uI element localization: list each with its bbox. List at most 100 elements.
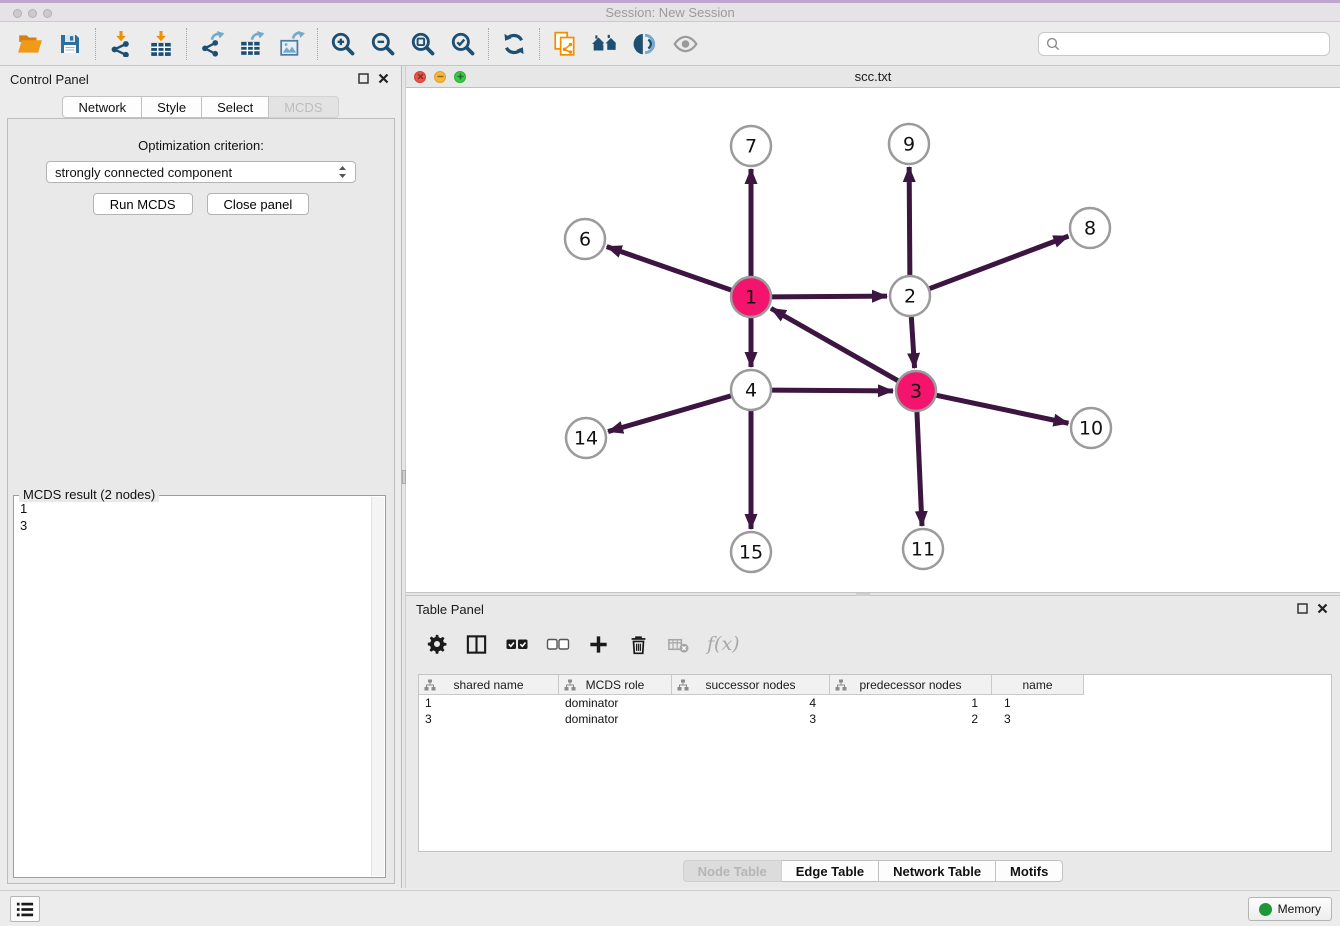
- unselect-all-columns-button[interactable]: [546, 632, 570, 656]
- cell-shared-name[interactable]: 1: [419, 695, 559, 711]
- result-scrollbar[interactable]: [371, 497, 384, 876]
- column-header-successor-nodes[interactable]: successor nodes: [672, 675, 830, 695]
- import-network-button[interactable]: [101, 25, 141, 63]
- delete-table-button-disabled: [667, 633, 690, 656]
- graph-node-10[interactable]: 10: [1071, 408, 1111, 448]
- optimization-criterion-dropdown[interactable]: strongly connected component: [46, 161, 356, 183]
- column-header-predecessor-nodes[interactable]: predecessor nodes: [830, 675, 992, 695]
- ndex-save-button[interactable]: [625, 25, 665, 63]
- graph-node-4[interactable]: 4: [731, 370, 771, 410]
- network-canvas[interactable]: 7 9 6 8 1 2 4 3 14 10 15 11: [406, 88, 1340, 592]
- network-minimize-button[interactable]: [434, 71, 446, 83]
- cell-name[interactable]: 3: [992, 711, 1084, 727]
- import-table-button[interactable]: [141, 25, 181, 63]
- column-header-shared-name[interactable]: shared name: [419, 675, 559, 695]
- cell-mcds-role[interactable]: dominator: [559, 695, 672, 711]
- window-title: Session: New Session: [0, 5, 1340, 20]
- network-maximize-button[interactable]: [454, 71, 466, 83]
- select-all-columns-button[interactable]: [505, 632, 529, 656]
- graph-edge-2-9[interactable]: [909, 167, 910, 275]
- zoom-selected-button[interactable]: [443, 25, 483, 63]
- export-table-button[interactable]: [232, 25, 272, 63]
- graph-node-9[interactable]: 9: [889, 124, 929, 164]
- tab-mcds[interactable]: MCDS: [269, 96, 338, 118]
- graph-node-6[interactable]: 6: [565, 219, 605, 259]
- graph-edge-3-11[interactable]: [917, 412, 922, 526]
- graph-node-3[interactable]: 3: [896, 371, 936, 411]
- graph-edge-2-8[interactable]: [930, 236, 1069, 288]
- zoom-fit-button[interactable]: [403, 25, 443, 63]
- column-header-mcds-role[interactable]: MCDS role: [559, 675, 672, 695]
- toggle-view-button[interactable]: [665, 25, 705, 63]
- search-input[interactable]: [1065, 37, 1322, 52]
- cell-shared-name[interactable]: 3: [419, 711, 559, 727]
- zoom-in-button[interactable]: [323, 25, 363, 63]
- toggle-panes-button[interactable]: [465, 633, 488, 656]
- graph-edge-2-3[interactable]: [911, 317, 914, 368]
- table-settings-button[interactable]: [426, 633, 448, 655]
- save-session-button[interactable]: [50, 25, 90, 63]
- tab-node-table[interactable]: Node Table: [683, 860, 782, 882]
- graph-edge-3-10[interactable]: [937, 395, 1069, 423]
- cell-name[interactable]: 1: [992, 695, 1084, 711]
- apply-layout-button[interactable]: [494, 25, 534, 63]
- table-row[interactable]: 1 dominator 4 1 1: [419, 695, 1331, 711]
- network-graph[interactable]: 7 9 6 8 1 2 4 3 14 10 15 11: [406, 88, 1340, 592]
- table-row[interactable]: 3 dominator 3 2 3: [419, 711, 1331, 727]
- graph-node-label: 8: [1084, 218, 1096, 240]
- tab-select[interactable]: Select: [202, 96, 269, 118]
- cell-mcds-role[interactable]: dominator: [559, 711, 672, 727]
- cell-predecessor-nodes[interactable]: 1: [830, 695, 992, 711]
- graph-node-2[interactable]: 2: [890, 276, 930, 316]
- graph-edge-4-3[interactable]: [772, 390, 893, 391]
- clone-network-button[interactable]: [545, 25, 585, 63]
- cell-successor-nodes[interactable]: 4: [672, 695, 830, 711]
- open-session-button[interactable]: [10, 25, 50, 63]
- graph-node-1[interactable]: 1: [731, 277, 771, 317]
- tab-edge-table[interactable]: Edge Table: [782, 860, 879, 882]
- graph-node-label: 4: [745, 380, 757, 402]
- cell-successor-nodes[interactable]: 3: [672, 711, 830, 727]
- tab-network[interactable]: Network: [62, 96, 142, 118]
- result-line: 3: [20, 518, 27, 533]
- delete-rows-button[interactable]: [627, 633, 650, 656]
- close-panel-button[interactable]: Close panel: [207, 193, 310, 215]
- graph-node-7[interactable]: 7: [731, 126, 771, 166]
- zoom-in-icon: [330, 31, 356, 57]
- global-search-box[interactable]: [1038, 32, 1330, 56]
- toolbar-separator: [95, 28, 96, 60]
- graph-edge-3-1[interactable]: [771, 308, 898, 380]
- zoom-out-button[interactable]: [363, 25, 403, 63]
- table-tabs: Node Table Edge Table Network Table Moti…: [406, 860, 1340, 882]
- cell-predecessor-nodes[interactable]: 2: [830, 711, 992, 727]
- add-row-button[interactable]: [587, 633, 610, 656]
- main-toolbar: [0, 23, 1340, 66]
- node-table[interactable]: shared name MCDS role successor nodes pr…: [418, 674, 1332, 852]
- toolbar-separator: [317, 28, 318, 60]
- graph-node-11[interactable]: 11: [903, 529, 943, 569]
- graph-node-8[interactable]: 8: [1070, 208, 1110, 248]
- tab-style[interactable]: Style: [142, 96, 202, 118]
- export-image-button[interactable]: [272, 25, 312, 63]
- tab-motifs[interactable]: Motifs: [996, 860, 1063, 882]
- float-panel-icon[interactable]: [1297, 603, 1308, 614]
- network-close-button[interactable]: [414, 71, 426, 83]
- graph-edge-1-2[interactable]: [772, 296, 887, 297]
- task-history-button[interactable]: [10, 896, 40, 922]
- tab-network-table[interactable]: Network Table: [879, 860, 996, 882]
- graph-node-14[interactable]: 14: [566, 418, 606, 458]
- graph-edge-1-6[interactable]: [607, 247, 731, 290]
- column-header-name[interactable]: name: [992, 675, 1084, 695]
- close-panel-icon[interactable]: [1317, 603, 1328, 614]
- mcds-result-list[interactable]: 13: [20, 500, 27, 534]
- mcds-panel-content: Optimization criterion: strongly connect…: [7, 118, 395, 884]
- network-window-titlebar[interactable]: scc.txt: [406, 66, 1340, 88]
- memory-button[interactable]: Memory: [1248, 897, 1332, 921]
- cyndex-browser-button[interactable]: [585, 25, 625, 63]
- graph-edge-4-14[interactable]: [608, 396, 731, 432]
- run-mcds-button[interactable]: Run MCDS: [93, 193, 193, 215]
- float-panel-icon[interactable]: [358, 73, 369, 84]
- graph-node-15[interactable]: 15: [731, 532, 771, 572]
- export-network-button[interactable]: [192, 25, 232, 63]
- close-panel-icon[interactable]: [378, 73, 389, 84]
